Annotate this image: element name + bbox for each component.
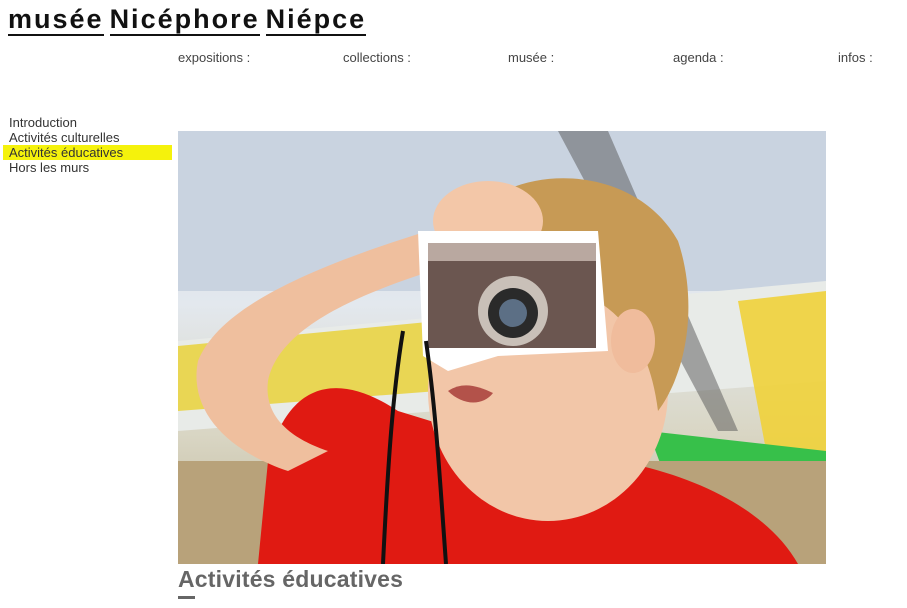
nav-collections[interactable]: collections : <box>343 50 411 65</box>
logo-word-niepce[interactable]: Niépce <box>265 4 367 36</box>
hero-photo-illustration <box>178 131 826 564</box>
sidebar-item-introduction[interactable]: Introduction <box>0 115 175 130</box>
nav-infos[interactable]: infos : <box>838 50 873 65</box>
top-navigation: expositions : collections : musée : agen… <box>178 50 878 68</box>
nav-musee[interactable]: musée : <box>508 50 554 65</box>
sidebar-item-activites-culturelles[interactable]: Activités culturelles <box>0 130 175 145</box>
site-logo[interactable]: musée Nicéphore Niépce <box>8 4 372 36</box>
title-underline <box>178 596 195 599</box>
page-title: Activités éducatives <box>178 566 404 592</box>
nav-expositions[interactable]: expositions : <box>178 50 250 65</box>
sidebar-item-hors-les-murs[interactable]: Hors les murs <box>0 160 175 175</box>
side-navigation: Introduction Activités culturelles Activ… <box>0 115 175 175</box>
logo-word-nicephore[interactable]: Nicéphore <box>109 4 260 36</box>
nav-agenda[interactable]: agenda : <box>673 50 724 65</box>
sidebar-item-activites-educatives[interactable]: Activités éducatives <box>3 145 172 160</box>
hero-photo <box>178 131 826 564</box>
logo-word-musee[interactable]: musée <box>8 4 104 36</box>
